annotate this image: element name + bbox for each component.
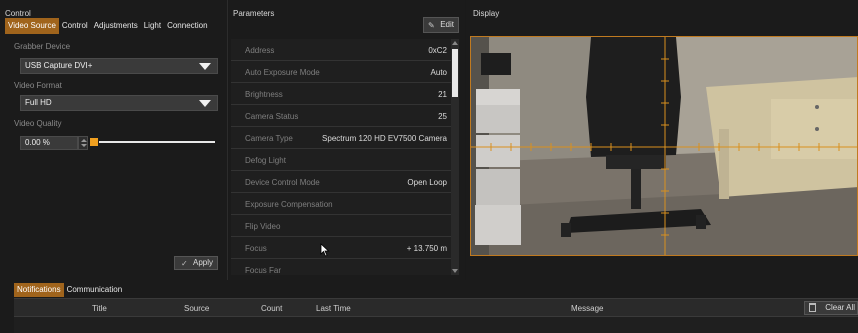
camera-frame-image [471, 37, 857, 255]
parameter-row[interactable]: Brightness 21 [231, 83, 451, 105]
parameter-value: Spectrum 120 HD EV7500 Camera [322, 134, 447, 143]
video-quality-slider-thumb[interactable] [90, 138, 98, 146]
control-panel-title: Control [5, 9, 31, 18]
grabber-device-label: Grabber Device [14, 42, 71, 51]
trash-icon [809, 303, 816, 312]
scroll-up-icon[interactable] [452, 41, 458, 45]
edit-label: Edit [440, 20, 454, 29]
parameter-row[interactable]: Device Control Mode Open Loop [231, 171, 451, 193]
parameter-row[interactable]: Auto Exposure Mode Auto [231, 61, 451, 83]
parameter-name: Address [245, 46, 275, 55]
scrollbar-thumb[interactable] [452, 49, 458, 97]
parameter-row[interactable]: Camera Type Spectrum 120 HD EV7500 Camer… [231, 127, 451, 149]
tab-video-source[interactable]: Video Source [5, 18, 59, 34]
parameter-name: Focus Far [245, 266, 282, 275]
parameter-scrollbar[interactable] [451, 39, 459, 275]
column-header-last-time[interactable]: Last Time [316, 304, 351, 313]
parameter-row[interactable]: Camera Status 25 [231, 105, 451, 127]
column-header-title[interactable]: Title [92, 304, 107, 313]
parameter-name: Camera Status [245, 112, 299, 121]
parameter-value: Open Loop [407, 178, 447, 187]
parameter-row[interactable]: Focus Far [231, 259, 451, 275]
control-tabs: Video Source Control Adjustments Light C… [5, 18, 211, 34]
apply-button[interactable]: ✓ Apply [174, 256, 218, 270]
notification-tabs: Notifications Communication [14, 283, 125, 297]
parameter-row[interactable]: Address 0xC2 [231, 39, 451, 61]
parameter-row[interactable]: Focus + 13.750 m [231, 237, 451, 259]
dropdown-caret-icon [199, 63, 211, 70]
tab-connection[interactable]: Connection [164, 18, 210, 34]
tab-light[interactable]: Light [141, 18, 164, 34]
column-header-count[interactable]: Count [261, 304, 282, 313]
parameters-panel: Parameters ✎ Edit Address 0xC2 Auto Expo… [229, 0, 465, 280]
parameter-value: Auto [430, 68, 447, 77]
parameter-name: Auto Exposure Mode [245, 68, 320, 77]
parameter-name: Flip Video [245, 222, 281, 231]
parameter-row[interactable]: Defog Light [231, 149, 451, 171]
column-header-message[interactable]: Message [571, 304, 603, 313]
video-quality-input[interactable]: 0.00 % [20, 136, 78, 150]
parameter-list: Address 0xC2 Auto Exposure Mode Auto Bri… [231, 39, 451, 275]
tab-adjustments[interactable]: Adjustments [91, 18, 141, 34]
video-format-value: Full HD [25, 98, 52, 107]
scroll-down-icon[interactable] [452, 269, 458, 273]
parameter-value: + 13.750 m [406, 244, 447, 253]
tab-communication[interactable]: Communication [64, 283, 126, 297]
tab-notifications[interactable]: Notifications [14, 283, 64, 297]
parameter-value: 0xC2 [428, 46, 447, 55]
parameter-name: Device Control Mode [245, 178, 320, 187]
spin-down-icon[interactable] [81, 144, 87, 147]
parameter-row[interactable]: Flip Video [231, 215, 451, 237]
check-icon: ✓ [181, 259, 188, 268]
parameters-panel-title: Parameters [233, 9, 275, 18]
parameter-name: Brightness [245, 90, 283, 99]
clear-all-button[interactable]: Clear All [804, 301, 858, 315]
video-quality-spinner[interactable] [78, 136, 88, 150]
clear-all-label: Clear All [825, 303, 855, 312]
parameter-name: Exposure Compensation [245, 200, 333, 209]
mouse-cursor-icon [320, 243, 330, 257]
display-panel: Display [466, 0, 858, 280]
parameter-name: Defog Light [245, 156, 286, 165]
notification-table: Title Source Count Last Time Message Cle… [14, 298, 858, 333]
parameter-name: Camera Type [245, 134, 293, 143]
notification-table-header: Title Source Count Last Time Message Cle… [14, 299, 858, 317]
parameter-name: Focus [245, 244, 267, 253]
pencil-icon: ✎ [428, 21, 435, 30]
parameter-row[interactable]: Exposure Compensation [231, 193, 451, 215]
camera-video-feed[interactable] [470, 36, 858, 256]
video-quality-label: Video Quality [14, 119, 62, 128]
dropdown-caret-icon [199, 100, 211, 107]
notifications-panel: Notifications Communication Title Source… [0, 280, 858, 333]
video-quality-slider-track[interactable] [99, 141, 215, 143]
grabber-device-select[interactable]: USB Capture DVI+ [20, 58, 218, 74]
control-panel: Control Video Source Control Adjustments… [0, 0, 228, 280]
tab-control[interactable]: Control [59, 18, 91, 34]
parameter-value: 25 [438, 112, 447, 121]
edit-button[interactable]: ✎ Edit [423, 17, 459, 33]
parameter-value: 21 [438, 90, 447, 99]
column-header-source[interactable]: Source [184, 304, 209, 313]
display-panel-title: Display [473, 9, 500, 18]
video-format-label: Video Format [14, 81, 62, 90]
apply-label: Apply [192, 258, 213, 267]
video-format-select[interactable]: Full HD [20, 95, 218, 111]
grabber-device-value: USB Capture DVI+ [25, 61, 93, 70]
spin-up-icon[interactable] [81, 139, 87, 142]
